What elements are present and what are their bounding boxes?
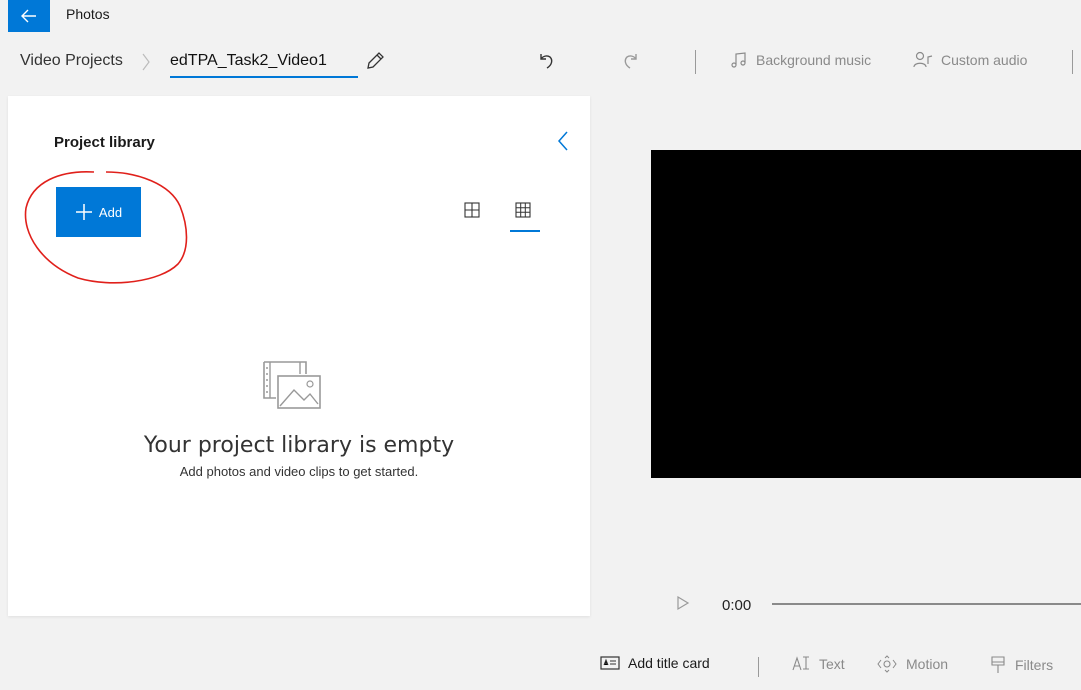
back-arrow-icon [21,9,36,23]
text-label: Text [819,656,845,672]
project-name[interactable]: edTPA_Task2_Video1 [170,52,327,70]
storyboard-toolbar: Add title card Text Motion Filters [0,645,1081,690]
text-button[interactable]: Text [791,655,845,673]
filters-icon [991,656,1005,673]
view-selected-indicator [510,230,540,232]
music-note-icon [731,52,746,68]
large-grid-icon[interactable] [464,202,480,218]
plus-icon [75,204,92,220]
app-title: Photos [66,6,110,22]
playback-time: 0:00 [722,597,752,614]
bottom-divider [758,657,759,677]
background-music-button[interactable]: Background music [730,51,871,69]
breadcrumb-video-projects[interactable]: Video Projects [20,52,123,70]
chevron-left-icon[interactable] [556,130,570,152]
play-icon[interactable] [676,595,690,611]
project-toolbar: Video Projects edTPA_Task2_Video1 Backgr… [0,40,1081,84]
title-card-icon [600,656,620,670]
video-preview [651,150,1081,478]
add-label: Add [98,204,123,220]
custom-audio-button[interactable]: Custom audio [913,51,1027,69]
undo-icon[interactable] [535,50,557,72]
background-music-label: Background music [756,52,872,68]
empty-library-subtitle: Add photos and video clips to get starte… [179,464,419,479]
motion-button[interactable]: Motion [876,655,948,673]
empty-library-title: Your project library is empty [143,433,455,458]
add-title-card-label: Add title card [628,655,710,671]
motion-label: Motion [906,656,949,672]
custom-audio-label: Custom audio [941,52,1028,68]
filters-button[interactable]: Filters [989,655,1053,675]
back-button[interactable] [8,0,50,32]
project-name-underline [170,76,358,78]
add-title-card-button[interactable]: Add title card [600,655,710,671]
project-library-panel: Project library Add Your project library… [8,96,590,616]
pencil-icon[interactable] [364,50,386,72]
filters-label: Filters [1015,657,1054,673]
breadcrumb-chevron-icon [142,53,150,71]
toolbar-divider [695,50,696,74]
motion-icon [877,655,897,673]
title-bar: Photos [0,0,1081,34]
media-placeholder-icon [263,361,321,409]
text-icon [792,656,809,671]
scrubber-track[interactable] [772,603,1081,605]
redo-icon[interactable] [620,50,642,72]
custom-audio-icon [913,51,933,68]
add-button[interactable]: Add [56,187,141,237]
small-grid-icon[interactable] [515,202,531,218]
toolbar-divider-2 [1072,50,1073,74]
project-library-title: Project library [54,134,155,151]
